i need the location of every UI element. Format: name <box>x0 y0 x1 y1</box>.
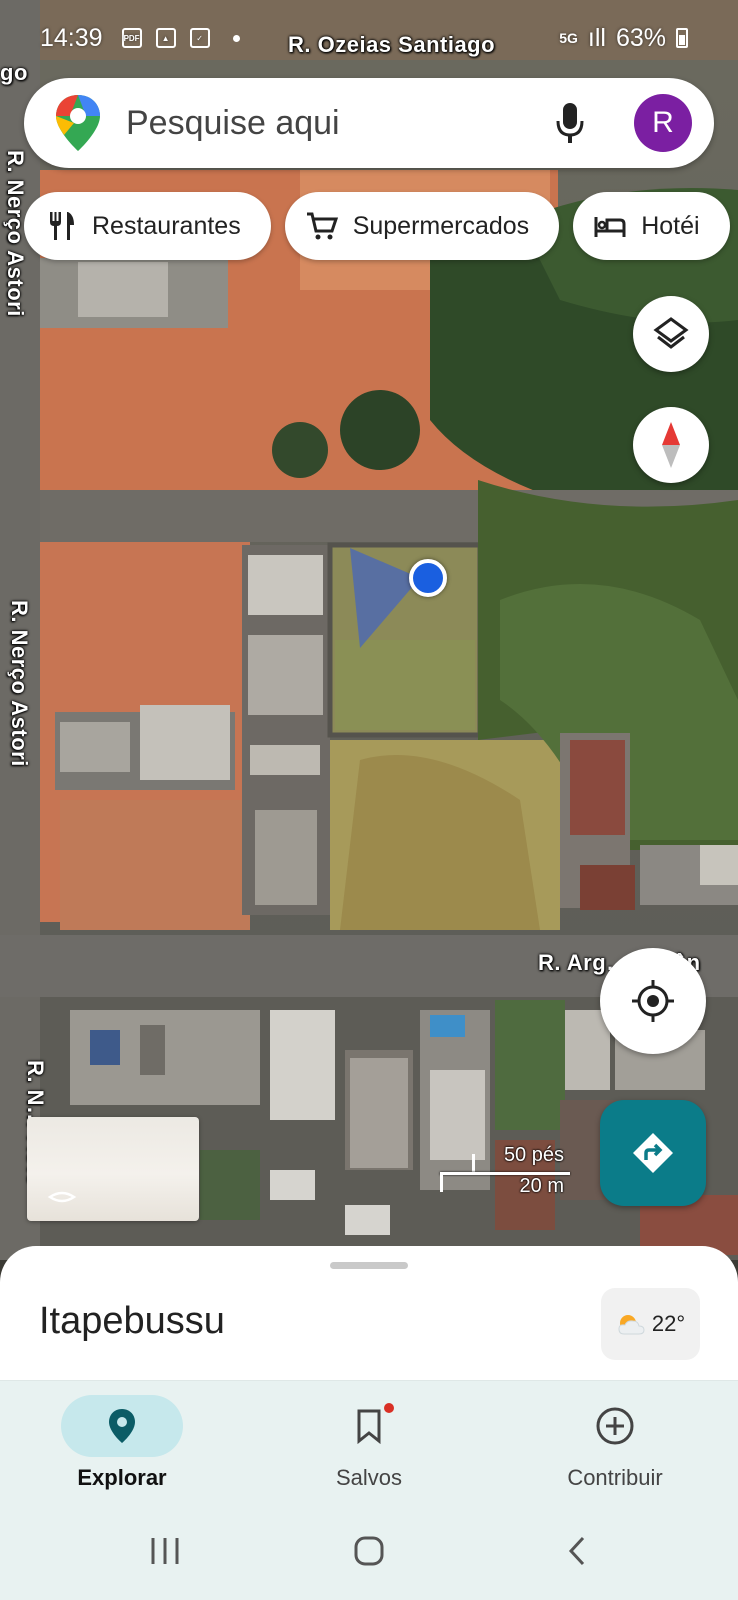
chip-restaurants[interactable]: Restaurantes <box>24 192 271 260</box>
check-notification-icon: ✓ <box>189 28 210 48</box>
nav-label: Explorar <box>77 1465 167 1490</box>
more-notifications-icon <box>232 34 240 42</box>
directions-icon <box>633 1133 673 1173</box>
my-location-button[interactable] <box>600 948 706 1054</box>
category-chips: Restaurantes Supermercados Hotéi <box>24 192 730 260</box>
weather-chip[interactable]: 22° <box>601 1288 700 1360</box>
chip-supermarkets[interactable]: Supermercados <box>284 192 560 260</box>
chip-label: Supermercados <box>352 211 530 240</box>
chip-label: Restaurantes <box>92 211 241 240</box>
home-icon <box>354 1536 384 1566</box>
chip-hotels[interactable]: Hotéi <box>573 192 730 260</box>
pin-icon <box>109 1409 135 1443</box>
nav-label: Contribuir <box>567 1465 663 1490</box>
layers-button[interactable] <box>633 296 709 372</box>
bottom-sheet[interactable]: Itapebussu 22° <box>0 1246 738 1380</box>
home-button[interactable] <box>344 1502 394 1600</box>
google-maps-logo-icon <box>56 95 100 151</box>
status-time: 14:39 <box>40 23 103 52</box>
layers-icon <box>653 317 689 349</box>
scale-metric: 20 m <box>519 1175 564 1197</box>
recent-apps-button[interactable] <box>140 1502 190 1600</box>
search-placeholder: Pesquise aqui <box>126 103 340 142</box>
fork-knife-icon <box>50 212 74 240</box>
battery-percent: 63% <box>615 23 666 52</box>
system-navigation-bar <box>0 1502 738 1600</box>
back-icon <box>568 1536 585 1566</box>
my-location-dot <box>409 559 447 597</box>
street-view-icon <box>47 1191 77 1203</box>
bed-icon <box>594 217 626 237</box>
account-avatar[interactable]: R <box>634 94 692 152</box>
road-label-corner: go <box>0 60 28 85</box>
back-button[interactable] <box>552 1502 602 1600</box>
crosshair-icon <box>632 980 674 1022</box>
nav-contribute[interactable]: Contribuir <box>515 1381 715 1503</box>
bottom-navigation: Explorar Salvos Contribuir <box>0 1380 738 1503</box>
status-bar: 14:39 PDF ▲ ✓ 5G ıll 63% <box>40 18 688 58</box>
nav-saved[interactable]: Salvos <box>269 1381 469 1503</box>
bookmark-icon <box>357 1409 381 1444</box>
add-circle-icon <box>596 1407 634 1445</box>
partly-sunny-icon <box>618 1315 645 1335</box>
nav-explore[interactable]: Explorar <box>22 1381 222 1503</box>
nav-label: Salvos <box>335 1465 403 1490</box>
microphone-icon[interactable] <box>550 99 590 147</box>
search-bar[interactable]: Pesquise aqui R <box>24 78 714 168</box>
road-label-left-mid: R. Nerço Astori <box>7 600 32 767</box>
battery-icon <box>676 28 688 48</box>
notification-badge <box>384 1403 394 1413</box>
pdf-notification-icon: PDF <box>121 28 142 48</box>
network-type: 5G <box>559 30 578 46</box>
signal-icon: ıll <box>587 23 606 52</box>
place-name: Itapebussu <box>39 1300 225 1342</box>
image-notification-icon: ▲ <box>155 28 176 48</box>
map-scale: 50 pés 20 m <box>440 1144 570 1204</box>
street-view-thumbnail[interactable] <box>27 1117 199 1221</box>
drag-handle[interactable] <box>330 1262 408 1269</box>
chip-label: Hotéi <box>641 211 700 240</box>
scale-imperial: 50 pés <box>503 1144 564 1166</box>
compass-button[interactable] <box>633 407 709 483</box>
cart-icon <box>306 212 338 240</box>
directions-button[interactable] <box>600 1100 706 1206</box>
compass-icon <box>662 422 680 468</box>
recent-apps-icon <box>151 1538 179 1564</box>
satellite-map[interactable]: R. Ozeias Santiago go R. Nerço Astori R.… <box>0 0 738 1260</box>
temperature: 22° <box>651 1311 686 1336</box>
